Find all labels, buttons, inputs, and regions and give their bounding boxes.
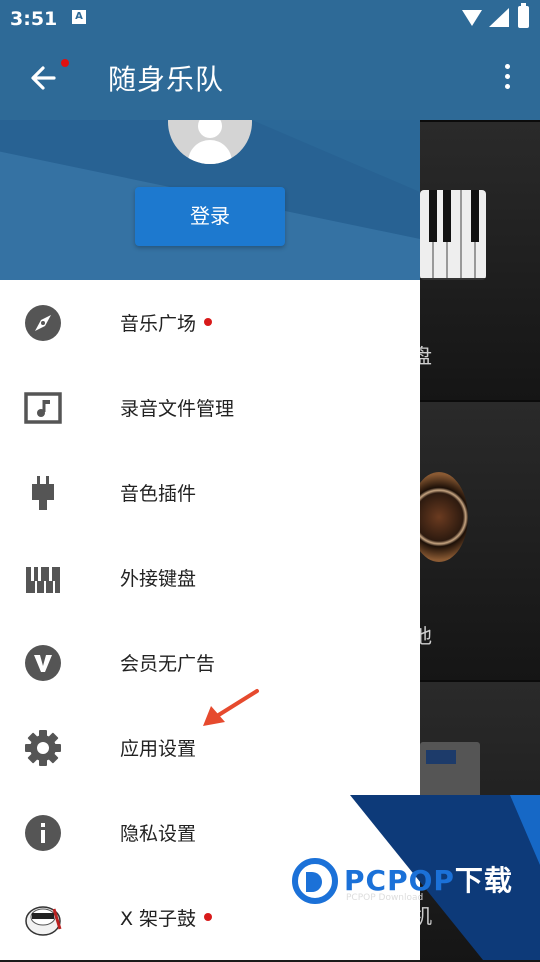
info-icon bbox=[25, 815, 61, 851]
notification-icon: A bbox=[72, 10, 86, 24]
status-bar: 3:51 A bbox=[0, 0, 540, 36]
pcpop-logo-icon bbox=[292, 858, 338, 904]
status-time: 3:51 bbox=[10, 8, 58, 30]
menu-item-label: 音色插件 bbox=[120, 483, 197, 505]
more-options-icon[interactable] bbox=[498, 64, 516, 94]
piano-thumbnail bbox=[420, 190, 486, 280]
app-bar: 随身乐队 bbox=[0, 36, 540, 120]
compass-icon bbox=[25, 305, 61, 341]
menu-item-label: 录音文件管理 bbox=[120, 398, 235, 420]
notification-dot bbox=[61, 59, 69, 67]
vip-icon bbox=[25, 645, 61, 681]
back-arrow-icon[interactable] bbox=[24, 58, 64, 98]
menu-item-external-keyboard[interactable]: 外接键盘 bbox=[0, 535, 420, 620]
watermark-subtext: PCPOP Download bbox=[346, 893, 424, 903]
synth-thumbnail bbox=[420, 742, 480, 802]
plugin-icon bbox=[32, 476, 54, 510]
watermark-brand-tail: 下载 bbox=[454, 864, 513, 897]
instrument-card-guitar[interactable]: 他 bbox=[410, 400, 540, 680]
menu-item-label: 音乐广场 bbox=[120, 313, 197, 335]
navigation-drawer: 登录 音乐广场 录音文件管理 音色插件 外接键盘 会员无广告 应用设置 隐私设置… bbox=[0, 120, 420, 960]
menu-item-label: 外接键盘 bbox=[120, 568, 197, 590]
menu-item-music-square[interactable]: 音乐广场 bbox=[0, 280, 420, 365]
login-button[interactable]: 登录 bbox=[135, 187, 285, 246]
wifi-icon bbox=[462, 10, 482, 26]
annotation-arrow bbox=[203, 689, 259, 726]
signal-icon bbox=[489, 8, 509, 27]
menu-item-label: 隐私设置 bbox=[120, 823, 197, 845]
instrument-card-piano[interactable]: 盘 bbox=[412, 120, 540, 400]
new-badge-dot bbox=[204, 912, 213, 921]
music-file-icon bbox=[24, 392, 62, 424]
menu-item-label: X 架子鼓 bbox=[120, 908, 197, 930]
drum-app-icon bbox=[25, 906, 62, 936]
menu-item-label: 会员无广告 bbox=[120, 653, 216, 675]
drawer-header: 登录 bbox=[0, 120, 420, 280]
menu-item-label: 应用设置 bbox=[120, 738, 197, 760]
menu-item-tone-plugins[interactable]: 音色插件 bbox=[0, 450, 420, 535]
battery-icon bbox=[518, 3, 529, 28]
keyboard-icon bbox=[26, 567, 60, 593]
new-badge-dot bbox=[204, 317, 213, 326]
gear-icon bbox=[25, 730, 61, 766]
menu-item-recordings[interactable]: 录音文件管理 bbox=[0, 365, 420, 450]
page-title: 随身乐队 bbox=[108, 63, 225, 96]
